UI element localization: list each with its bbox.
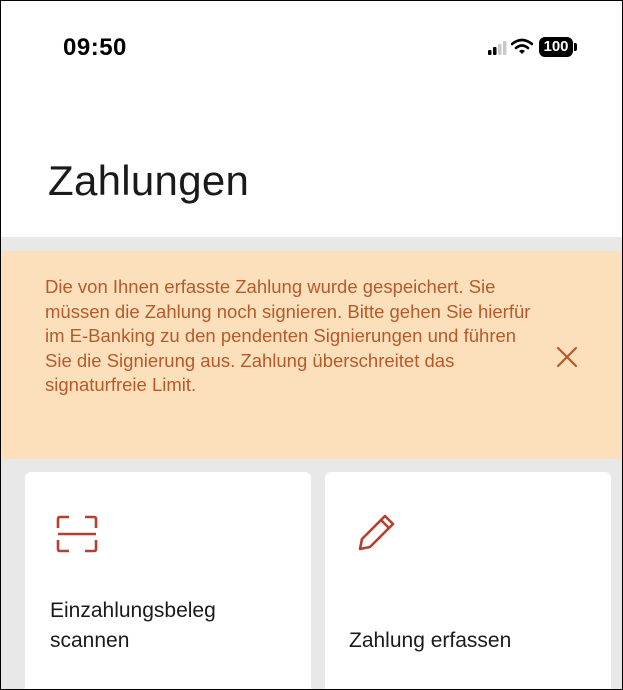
status-time: 09:50 bbox=[63, 34, 127, 61]
battery-level: 100 bbox=[543, 38, 569, 55]
scan-icon bbox=[56, 515, 98, 553]
app-screen: 09:50 100 Zahlungen Die von Ihnen erfass… bbox=[0, 0, 623, 690]
pencil-icon bbox=[358, 514, 395, 551]
wifi-icon bbox=[511, 38, 533, 54]
create-payment-label: Zahlung erfassen bbox=[349, 629, 512, 652]
page-title: Zahlungen bbox=[48, 157, 250, 204]
status-bar: 09:50 100 bbox=[1, 1, 622, 91]
battery-icon: 100 bbox=[539, 37, 573, 57]
close-icon[interactable] bbox=[553, 343, 581, 371]
notice-message: Die von Ihnen erfasste Zahlung wurde ges… bbox=[45, 276, 531, 395]
scan-payment-slip-button[interactable]: Einzahlungsbeleg scannen bbox=[25, 472, 311, 689]
create-payment-button[interactable]: Zahlung erfassen bbox=[325, 472, 611, 689]
cellular-signal-icon bbox=[488, 41, 507, 55]
battery-cap bbox=[574, 43, 577, 51]
scan-payment-slip-label: Einzahlungsbeleg scannen bbox=[50, 599, 216, 652]
